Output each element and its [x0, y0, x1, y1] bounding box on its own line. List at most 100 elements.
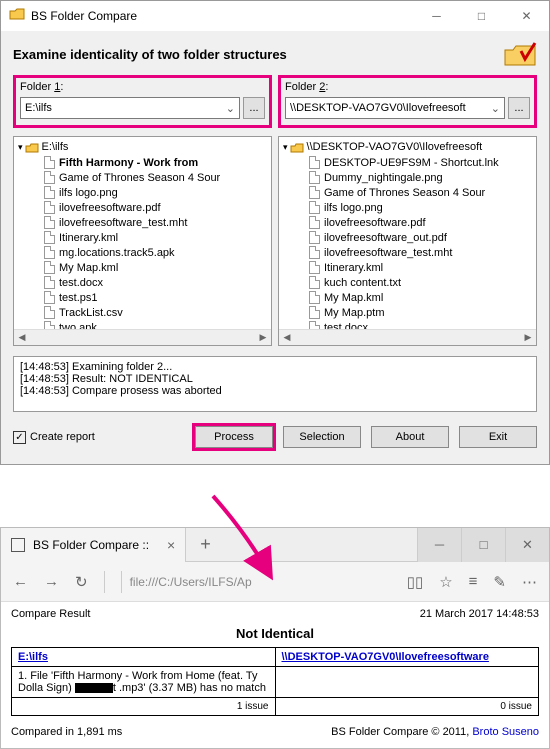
browser-tab[interactable]: BS Folder Compare :: No × — [1, 528, 186, 562]
compare-cell: 1. File 'Fifth Harmony - Work from Home … — [12, 667, 276, 698]
file-icon — [309, 231, 320, 244]
issue-count: 1 issue — [12, 698, 276, 716]
browser-minimize-button[interactable]: ─ — [417, 528, 461, 562]
tree-item-label: Dummy_nightingale.png — [324, 172, 443, 184]
folder2-browse-button[interactable]: ... — [508, 97, 530, 119]
file-icon — [44, 261, 55, 274]
tree-item[interactable]: Dummy_nightingale.png — [283, 170, 532, 185]
tab-close-icon[interactable]: × — [167, 537, 175, 553]
tree-item[interactable]: My Map.kml — [283, 290, 532, 305]
tree-item[interactable]: ilovefreesoftware.pdf — [18, 200, 267, 215]
tree-item-label: ilovefreesoftware_test.mht — [324, 247, 452, 259]
folder2-group: Folder 2: \\DESKTOP-VAO7GV0\Ilovefreesof… — [278, 75, 537, 128]
tree-item-label: ilovefreesoftware_test.mht — [59, 217, 187, 229]
folder1-browse-button[interactable]: ... — [243, 97, 265, 119]
log-line: [14:48:53] Result: NOT IDENTICAL — [20, 373, 530, 385]
file-icon — [309, 156, 320, 169]
exit-button[interactable]: Exit — [459, 426, 537, 448]
report-verdict: Not Identical — [11, 626, 539, 641]
tree-item[interactable]: ilovefreesoftware_test.mht — [283, 245, 532, 260]
tree-item-label: ilovefreesoftware.pdf — [324, 217, 426, 229]
tree-item-label: DESKTOP-UE9FS9M - Shortcut.lnk — [324, 157, 499, 169]
tree-item-label: ilfs logo.png — [324, 202, 383, 214]
about-button[interactable]: About — [371, 426, 449, 448]
hub-icon[interactable]: ≡ — [469, 573, 478, 590]
tree-item[interactable]: test.ps1 — [18, 290, 267, 305]
compare-duration: Compared in 1,891 ms — [11, 726, 122, 738]
tree-item-label: Fifth Harmony - Work from — [59, 157, 198, 169]
file-icon — [309, 216, 320, 229]
file-icon — [44, 156, 55, 169]
file-icon — [44, 216, 55, 229]
log-line: [14:48:53] Compare prosess was aborted — [20, 385, 530, 397]
close-button[interactable]: ✕ — [504, 1, 549, 31]
tree-item[interactable]: kuch content.txt — [283, 275, 532, 290]
tree-item[interactable]: ilovefreesoftware.pdf — [283, 215, 532, 230]
file-icon — [44, 171, 55, 184]
file-icon — [309, 276, 320, 289]
folder1-tree[interactable]: ▾ E:\ilfs Fifth Harmony - Work from Game… — [13, 136, 272, 346]
hscrollbar[interactable]: ◀▶ — [279, 329, 536, 345]
folder2-tree[interactable]: ▾ \\DESKTOP-VAO7GV0\Ilovefreesoft DESKTO… — [278, 136, 537, 346]
tree-item[interactable]: ilfs logo.png — [283, 200, 532, 215]
tree-item-label: Game of Thrones Season 4 Sour — [324, 187, 485, 199]
folder1-label: Folder 1: — [20, 81, 265, 93]
window-controls: ─ □ ✕ — [414, 1, 549, 31]
file-icon — [309, 246, 320, 259]
file-icon — [44, 186, 55, 199]
tree-item[interactable]: Game of Thrones Season 4 Sour — [18, 170, 267, 185]
tree-item[interactable]: Itinerary.kml — [18, 230, 267, 245]
page-icon — [11, 538, 25, 552]
folder1-path: E:\ilfs — [25, 102, 226, 114]
tree-root[interactable]: ▾ E:\ilfs — [18, 141, 267, 153]
tree-item[interactable]: Game of Thrones Season 4 Sour — [283, 185, 532, 200]
folder2-combo[interactable]: \\DESKTOP-VAO7GV0\Ilovefreesoft ⌄ — [285, 97, 505, 119]
file-icon — [309, 291, 320, 304]
back-icon[interactable]: ← — [13, 573, 28, 590]
create-report-checkbox[interactable]: ✓ Create report — [13, 431, 185, 444]
tree-item[interactable]: mg.locations.track5.apk — [18, 245, 267, 260]
tree-item[interactable]: ilovefreesoftware_test.mht — [18, 215, 267, 230]
page-heading: Examine identicality of two folder struc… — [13, 47, 503, 62]
col1-header: E:\ilfs — [12, 648, 276, 667]
folder-check-icon — [503, 41, 537, 67]
hscrollbar[interactable]: ◀▶ — [14, 329, 271, 345]
tree-item[interactable]: test.docx — [18, 275, 267, 290]
folder1-combo[interactable]: E:\ilfs ⌄ — [20, 97, 240, 119]
file-icon — [44, 231, 55, 244]
more-icon[interactable]: ⋯ — [522, 573, 537, 591]
url-bar[interactable]: file:///C:/Users/ILFS/Ap — [121, 571, 391, 593]
tree-item[interactable]: TrackList.csv — [18, 305, 267, 320]
tree-item[interactable]: DESKTOP-UE9FS9M - Shortcut.lnk — [283, 155, 532, 170]
selection-button[interactable]: Selection — [283, 426, 361, 448]
tree-root[interactable]: ▾ \\DESKTOP-VAO7GV0\Ilovefreesoft — [283, 141, 532, 153]
process-button[interactable]: Process — [195, 426, 273, 448]
reading-icon[interactable]: ▯▯ — [407, 573, 424, 591]
file-icon — [309, 306, 320, 319]
tree-item[interactable]: Fifth Harmony - Work from — [18, 155, 267, 170]
browser-close-button[interactable]: ✕ — [505, 528, 549, 562]
favorite-icon[interactable]: ☆ — [439, 573, 452, 591]
tree-item-label: ilfs logo.png — [59, 187, 118, 199]
tree-item-label: test.docx — [59, 277, 103, 289]
tree-item[interactable]: My Map.ptm — [283, 305, 532, 320]
tree-item[interactable]: ilfs logo.png — [18, 185, 267, 200]
tree-item[interactable]: ilovefreesoftware_out.pdf — [283, 230, 532, 245]
maximize-button[interactable]: □ — [459, 1, 504, 31]
browser-maximize-button[interactable]: □ — [461, 528, 505, 562]
new-tab-button[interactable]: + — [186, 534, 225, 555]
issue-count: 0 issue — [275, 698, 539, 716]
file-icon — [44, 306, 55, 319]
notes-icon[interactable]: ✎ — [493, 573, 506, 591]
tree-item[interactable]: Itinerary.kml — [283, 260, 532, 275]
tree-item-label: TrackList.csv — [59, 307, 123, 319]
report-page: Compare Result 21 March 2017 14:48:53 No… — [1, 602, 549, 748]
minimize-button[interactable]: ─ — [414, 1, 459, 31]
refresh-icon[interactable]: ↻ — [75, 573, 88, 591]
folder2-label: Folder 2: — [285, 81, 530, 93]
forward-icon[interactable]: → — [44, 573, 59, 590]
titlebar: BS Folder Compare ─ □ ✕ — [1, 1, 549, 31]
folder2-path: \\DESKTOP-VAO7GV0\Ilovefreesoft — [290, 102, 491, 114]
tree-item-label: ilovefreesoftware.pdf — [59, 202, 161, 214]
tree-item[interactable]: My Map.kml — [18, 260, 267, 275]
